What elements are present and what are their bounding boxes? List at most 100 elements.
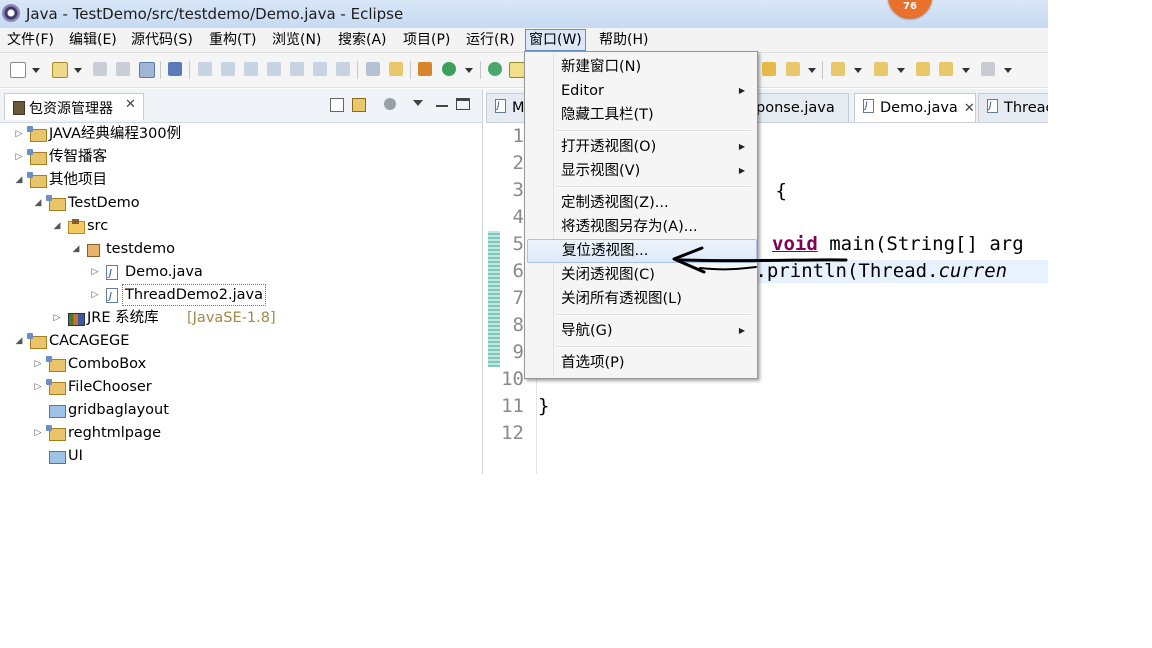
new-project-dropdown-icon[interactable]	[74, 68, 82, 73]
maximize-icon[interactable]	[456, 98, 470, 110]
tree-item-label: Demo.java	[125, 264, 203, 280]
save-all-icon[interactable]	[116, 62, 130, 76]
skip-breakpoints-icon[interactable]	[168, 62, 182, 76]
window-menu-item[interactable]: 打开透视图(O) ▶	[527, 135, 755, 159]
window-menu-item[interactable]: 导航(G) ▶	[527, 319, 755, 343]
editor-tab[interactable]: Threac	[978, 92, 1048, 122]
collapse-all-icon[interactable]	[330, 98, 344, 112]
tree-item[interactable]: ◢ src	[52, 215, 480, 237]
package-explorer-tab[interactable]: 包资源管理器 ✕	[4, 93, 144, 120]
run-icon[interactable]	[442, 62, 456, 76]
window-menu-item[interactable]: 定制透视图(Z)...	[527, 191, 755, 215]
editor-tab[interactable]: M	[486, 92, 528, 122]
expanded-arrow-icon[interactable]: ◢	[14, 330, 24, 352]
back-dropdown-icon[interactable]	[962, 68, 970, 73]
next-annotation-dropdown-icon[interactable]	[854, 68, 862, 73]
menu-source[interactable]: 源代码(S)	[128, 30, 196, 50]
window-menu-item[interactable]: 关闭所有透视图(L)	[527, 287, 755, 311]
back-icon[interactable]	[939, 62, 953, 76]
next-annotation-icon[interactable]	[831, 62, 845, 76]
collapsed-arrow-icon[interactable]: ▷	[33, 376, 43, 398]
window-menu-item[interactable]: Editor ▶	[527, 79, 755, 103]
collapsed-arrow-icon[interactable]: ▷	[90, 284, 100, 306]
tree-item[interactable]: ◢ 其他项目	[14, 169, 480, 191]
window-menu-item[interactable]: 首选项(P)	[527, 351, 755, 375]
resume-icon[interactable]	[198, 62, 212, 76]
tree-item[interactable]: ◢ testdemo	[71, 238, 480, 260]
tree-item[interactable]: ▷ Demo.java	[90, 261, 480, 285]
expanded-arrow-icon[interactable]: ◢	[33, 192, 43, 214]
new-class-icon[interactable]	[418, 62, 432, 76]
editor-tab-active[interactable]: Demo.java ✕	[854, 92, 976, 122]
disconnect-icon[interactable]	[267, 62, 281, 76]
new-dropdown-icon[interactable]	[32, 68, 40, 73]
code-line-3: {	[764, 180, 787, 202]
previous-annotation-dropdown-icon[interactable]	[897, 68, 905, 73]
print-icon[interactable]	[139, 62, 155, 78]
forward-icon[interactable]	[981, 62, 995, 76]
window-menu-item[interactable]: 隐藏工具栏(T)	[527, 103, 755, 127]
menu-refactor[interactable]: 重构(T)	[206, 30, 259, 50]
terminate-icon[interactable]	[244, 62, 258, 76]
menu-file[interactable]: 文件(F)	[4, 30, 57, 50]
eclipse-icon	[2, 4, 20, 22]
close-icon[interactable]: ✕	[125, 97, 136, 112]
java-file-icon	[987, 92, 998, 120]
link-with-editor-icon[interactable]	[352, 98, 366, 112]
expanded-arrow-icon[interactable]: ◢	[52, 215, 62, 237]
tree-item[interactable]: ▷ FileChooser	[33, 376, 480, 398]
new-java-project-icon[interactable]	[52, 62, 68, 78]
collapsed-arrow-icon[interactable]: ▷	[33, 422, 43, 444]
menu-run[interactable]: 运行(R)	[463, 30, 518, 50]
view-menu-icon[interactable]	[413, 100, 423, 106]
collapsed-arrow-icon[interactable]: ▷	[14, 146, 24, 168]
collapsed-arrow-icon[interactable]: ▷	[33, 353, 43, 375]
run-dropdown-icon[interactable]	[465, 68, 473, 73]
menu-project[interactable]: 项目(P)	[400, 30, 453, 50]
tree-item[interactable]: ▷ JRE 系统库 [JavaSE-1.8]	[52, 307, 480, 329]
step-into-icon[interactable]	[290, 62, 304, 76]
pencil-dropdown-icon[interactable]	[808, 68, 816, 73]
tree-item[interactable]: ◢ CACAGEGE	[14, 330, 480, 352]
new-icon[interactable]	[10, 62, 26, 78]
tree-item[interactable]: ▷ ComboBox	[33, 353, 480, 375]
save-icon[interactable]	[93, 62, 107, 76]
package-explorer-header: 包资源管理器 ✕	[0, 89, 482, 123]
window-menu-item[interactable]: 将透视图另存为(A)...	[527, 215, 755, 239]
menu-navigate[interactable]: 浏览(N)	[269, 30, 324, 50]
expanded-arrow-icon[interactable]: ◢	[14, 169, 24, 191]
tree-item[interactable]: ▷ ThreadDemo2.java	[90, 284, 480, 308]
suspend-icon[interactable]	[221, 62, 235, 76]
use-step-filters-icon[interactable]	[366, 62, 380, 76]
open-type-icon[interactable]	[488, 62, 502, 76]
close-icon[interactable]: ✕	[964, 101, 975, 116]
step-return-icon[interactable]	[336, 62, 350, 76]
menu-edit[interactable]: 编辑(E)	[66, 30, 120, 50]
tree-item[interactable]: UI	[33, 445, 480, 467]
expanded-arrow-icon[interactable]: ◢	[71, 238, 81, 260]
menu-search[interactable]: 搜索(A)	[335, 30, 390, 50]
pencil-icon[interactable]	[786, 62, 800, 76]
step-over-icon[interactable]	[313, 62, 327, 76]
collapsed-arrow-icon[interactable]: ▷	[14, 123, 24, 145]
forward-dropdown-icon[interactable]	[1004, 68, 1012, 73]
menu-help[interactable]: 帮助(H)	[596, 30, 651, 50]
tree-item[interactable]: ▷ reghtmlpage	[33, 422, 480, 444]
previous-annotation-icon[interactable]	[874, 62, 888, 76]
tree-item[interactable]: gridbaglayout	[33, 399, 480, 421]
last-edit-location-icon[interactable]	[916, 62, 930, 76]
collapsed-arrow-icon[interactable]: ▷	[90, 261, 100, 283]
tree-item[interactable]: ◢ TestDemo	[33, 192, 480, 214]
window-menu-item[interactable]: 显示视图(V) ▶	[527, 159, 755, 183]
collapsed-arrow-icon[interactable]: ▷	[52, 307, 62, 329]
minimize-icon[interactable]	[436, 105, 448, 107]
tree-item[interactable]: ▷ 传智播客	[14, 146, 480, 168]
focus-on-task-icon[interactable]	[384, 98, 396, 110]
editor-tab[interactable]: ponse.java	[748, 93, 849, 122]
open-folder-icon[interactable]	[762, 62, 776, 76]
search-icon[interactable]	[509, 62, 525, 78]
window-menu-item[interactable]: 新建窗口(N)	[527, 55, 755, 79]
open-task-icon[interactable]	[389, 62, 403, 76]
tree-item[interactable]: ▷ JAVA经典编程300例	[14, 123, 480, 145]
menu-window[interactable]: 窗口(W)	[525, 29, 586, 51]
